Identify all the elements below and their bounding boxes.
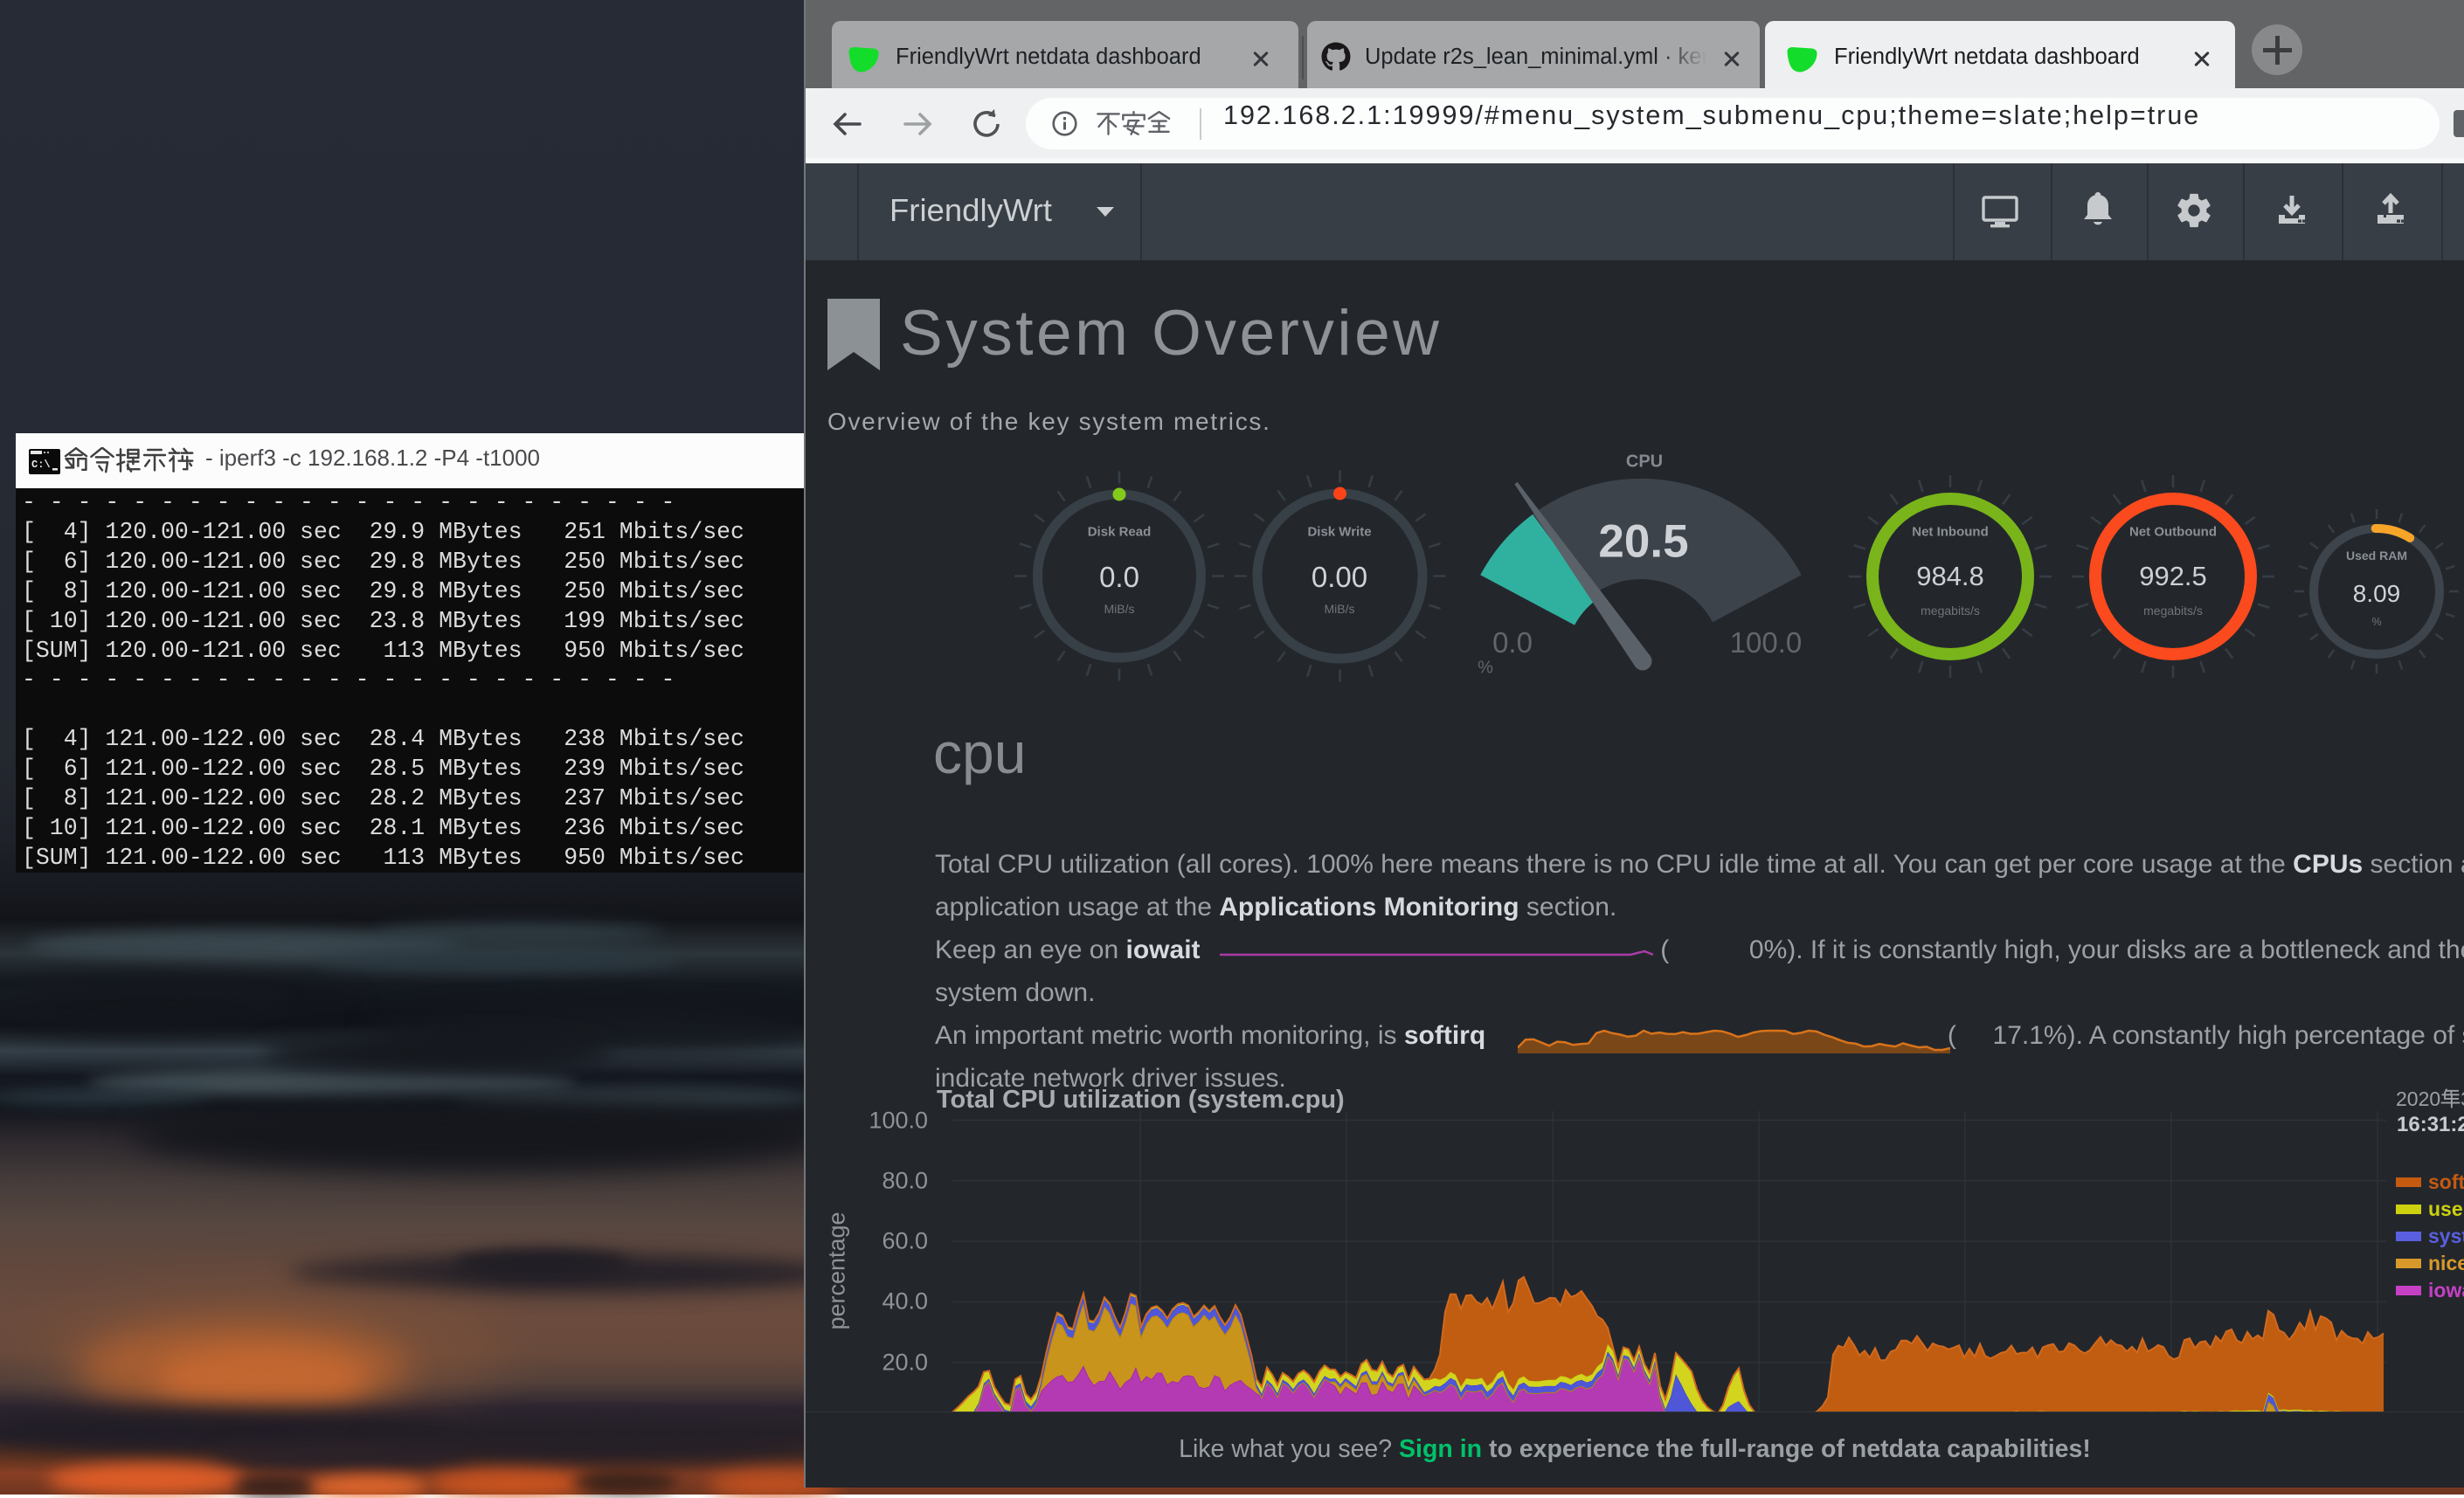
- svg-text:C:\: C:\: [31, 459, 51, 471]
